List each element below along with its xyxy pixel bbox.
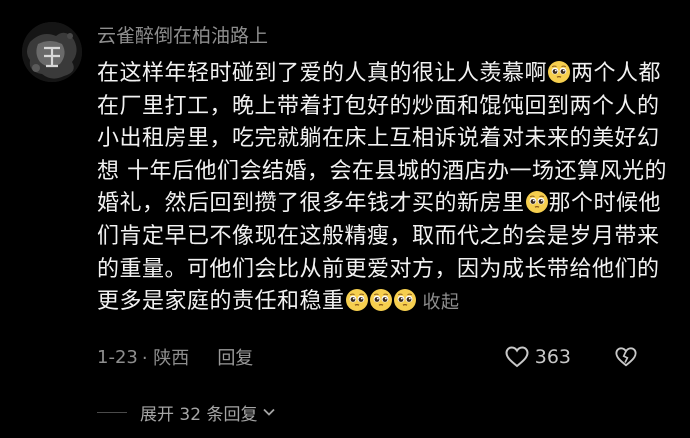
expand-replies: 展开 32 条回复 bbox=[97, 400, 277, 425]
comment-text: 在这样年轻时碰到了爱的人真的很让人羡慕啊 两个人都在厂里打工，晚上带着打包好的炒面… bbox=[97, 58, 672, 320]
like-group: 363 bbox=[505, 343, 637, 371]
chevron-down-icon bbox=[263, 408, 276, 416]
heart-icon[interactable] bbox=[505, 346, 529, 368]
comment-text-segment: 在这样年轻时碰到了爱的人真的很让人羡慕啊 bbox=[97, 61, 548, 86]
comment-location: · 陕西 bbox=[141, 348, 190, 369]
username[interactable]: 云雀醉倒在柏油路上 bbox=[97, 24, 268, 48]
pleading-face-icon bbox=[345, 289, 368, 312]
avatar[interactable] bbox=[22, 22, 82, 82]
comment-date: 1-23 bbox=[97, 346, 138, 368]
pleading-face-icon bbox=[369, 289, 392, 312]
pleading-face-icon bbox=[548, 61, 571, 83]
expand-replies-label: 展开 32 条回复 bbox=[140, 404, 258, 425]
collapse-button[interactable]: 收起 bbox=[423, 292, 460, 313]
broken-heart-icon[interactable] bbox=[615, 346, 637, 368]
pleading-face-icon bbox=[525, 191, 548, 214]
like-count: 363 bbox=[534, 346, 571, 368]
pleading-face-icon bbox=[393, 289, 416, 312]
divider-line bbox=[97, 411, 127, 413]
reply-button[interactable]: 回复 bbox=[217, 344, 253, 370]
comment-meta: 1-23 · 陕西 回复 363 bbox=[97, 343, 667, 371]
expand-replies-button[interactable]: 展开 32 条回复 bbox=[140, 400, 277, 425]
